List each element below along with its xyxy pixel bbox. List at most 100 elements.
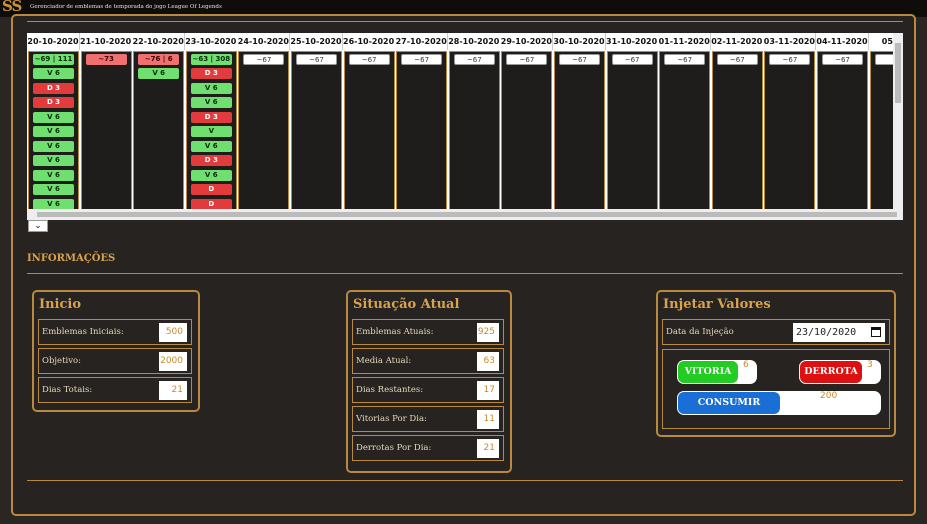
derrotas-por-dia-value: 21 bbox=[477, 439, 499, 458]
collapse-calendar-button[interactable]: ⌄ bbox=[28, 220, 48, 232]
objetivo-value[interactable]: 2000 bbox=[159, 352, 187, 371]
vitorias-por-dia-label: Vitorias Por Dia: bbox=[356, 414, 427, 424]
consumir-control[interactable]: CONSUMIR 200 bbox=[677, 391, 881, 415]
day-summary-chip: ~67 bbox=[611, 54, 653, 65]
calendar-day-body[interactable]: ~67 bbox=[291, 51, 342, 209]
defeat-chip[interactable]: D 3 bbox=[190, 155, 232, 166]
horizontal-scroll-thumb[interactable] bbox=[37, 212, 897, 217]
day-summary-chip: ~69 | 111 bbox=[33, 54, 74, 65]
calendar-day-body[interactable]: ~67 bbox=[554, 51, 605, 209]
calendar-icon[interactable] bbox=[871, 327, 881, 337]
calendar-columns: 20-10-2020 ~69 | 111 V 6 D 3 D 3 V 6 V 6 V 6 V 6… bbox=[27, 33, 893, 209]
day-summary-chip: ~63 | 308 bbox=[190, 54, 232, 65]
calendar-day-column: 29-10-2020 ~67 bbox=[500, 33, 554, 209]
inicio-title: Inicio bbox=[39, 297, 81, 312]
victory-chip[interactable]: V 6 bbox=[190, 97, 232, 108]
victory-chip[interactable]: V 6 bbox=[138, 68, 180, 79]
vitoria-control[interactable]: VITORIA 6 bbox=[677, 360, 757, 384]
defeat-chip[interactable]: D bbox=[190, 198, 232, 209]
victory-chip[interactable]: V 6 bbox=[33, 184, 74, 195]
calendar-day-body[interactable]: ~76 | 6 V 6 bbox=[133, 51, 185, 209]
calendar-day-column: 26-10-2020 ~67 bbox=[342, 33, 396, 209]
victory-chip[interactable]: V bbox=[190, 126, 232, 137]
victory-chip[interactable]: V 6 bbox=[33, 140, 74, 152]
vertical-scroll-thumb[interactable] bbox=[895, 43, 901, 103]
calendar-day-body[interactable]: ~73 bbox=[80, 51, 132, 209]
defeat-chip[interactable]: D 3 bbox=[33, 97, 74, 108]
derrota-button[interactable]: DERROTA bbox=[800, 361, 862, 383]
calendar-day-header: 21-10-2020 bbox=[79, 33, 133, 50]
calendar-horizontal-scrollbar[interactable] bbox=[27, 209, 903, 220]
injetar-title: Injetar Valores bbox=[663, 297, 771, 312]
calendar-day-column: 31-10-2020 ~67 bbox=[605, 33, 659, 209]
calendar-day-column: 22-10-2020 ~76 | 6 V 6 bbox=[132, 33, 186, 209]
victory-chip[interactable]: V 6 bbox=[33, 155, 74, 166]
calendar-day-column: 01-11-2020 ~67 bbox=[658, 33, 712, 209]
divider-bottom bbox=[27, 480, 903, 481]
defeat-chip[interactable]: D 3 bbox=[190, 68, 232, 79]
calendar-day-body[interactable]: ~67 bbox=[606, 51, 658, 209]
calendar-day-body[interactable]: ~67 bbox=[343, 51, 395, 209]
calendar-day-header: 24-10-2020 bbox=[237, 33, 291, 50]
app-logo: SS bbox=[2, 0, 22, 15]
calendar-day-body[interactable]: ~67 bbox=[396, 51, 448, 209]
calendar-day-column: 05-11 ~ bbox=[868, 33, 893, 209]
day-summary-chip: ~67 bbox=[822, 54, 863, 65]
calendar-day-header: 20-10-2020 bbox=[27, 33, 80, 50]
day-summary-chip: ~67 bbox=[348, 54, 390, 65]
emblemas-iniciais-value[interactable]: 500 bbox=[159, 323, 187, 342]
info-section-title: INFORMAÇÕES bbox=[27, 253, 116, 264]
victory-chip[interactable]: V 6 bbox=[190, 169, 232, 181]
victory-chip[interactable]: V 6 bbox=[33, 68, 74, 79]
calendar-day-body[interactable]: ~67 bbox=[238, 51, 290, 209]
victory-chip[interactable]: V 6 bbox=[33, 126, 74, 137]
calendar-day-body[interactable]: ~67 bbox=[817, 51, 868, 209]
calendar-day-body[interactable]: ~69 | 111 V 6 D 3 D 3 V 6 V 6 V 6 V 6 V 6 V 6 V 6 bbox=[28, 51, 79, 209]
calendar-day-body[interactable]: ~67 bbox=[501, 51, 553, 209]
victory-chip[interactable]: V 6 bbox=[190, 140, 232, 152]
chevron-down-icon: ⌄ bbox=[34, 221, 42, 231]
day-summary-chip: ~67 bbox=[664, 54, 706, 65]
derrota-control[interactable]: DERROTA 3 bbox=[799, 360, 881, 384]
calendar-grid: 20-10-2020 ~69 | 111 V 6 D 3 D 3 V 6 V 6 V 6 V 6… bbox=[27, 33, 903, 220]
calendar-day-body[interactable]: ~67 bbox=[448, 51, 500, 209]
calendar-day-header: 02-11-2020 bbox=[710, 33, 764, 50]
victory-chip[interactable]: V 6 bbox=[33, 111, 74, 123]
calendar-day-column: 20-10-2020 ~69 | 111 V 6 D 3 D 3 V 6 V 6 V 6 V 6… bbox=[27, 33, 80, 209]
vitoria-button[interactable]: VITORIA bbox=[678, 361, 738, 383]
calendar-day-header: 26-10-2020 bbox=[342, 33, 396, 50]
calendar-day-header: 22-10-2020 bbox=[132, 33, 186, 50]
calendar-vertical-scrollbar[interactable] bbox=[893, 33, 903, 209]
emblemas-iniciais-row: Emblemas Iniciais: 500 bbox=[38, 319, 192, 345]
victory-chip[interactable]: V 6 bbox=[33, 169, 74, 181]
calendar-day-body[interactable]: ~ bbox=[869, 51, 893, 209]
calendar-day-body[interactable]: ~67 bbox=[764, 51, 816, 209]
dias-restantes-value: 17 bbox=[477, 381, 499, 400]
divider-info bbox=[27, 273, 903, 274]
calendar-day-body[interactable]: ~67 bbox=[659, 51, 711, 209]
derrota-value[interactable]: 3 bbox=[867, 360, 873, 384]
calendar-day-body[interactable]: ~67 bbox=[711, 51, 763, 209]
consumir-value[interactable]: 200 bbox=[820, 391, 837, 415]
vitoria-value[interactable]: 6 bbox=[743, 360, 749, 384]
objetivo-row: Objetivo: 2000 bbox=[38, 348, 192, 374]
consumir-button[interactable]: CONSUMIR bbox=[678, 392, 780, 414]
victory-chip[interactable]: V 6 bbox=[190, 82, 232, 94]
derrotas-por-dia-label: Derrotas Por Dia: bbox=[356, 443, 432, 453]
dias-totais-value[interactable]: 21 bbox=[159, 381, 187, 400]
defeat-chip[interactable]: D 3 bbox=[33, 82, 74, 94]
defeat-chip[interactable]: D 3 bbox=[190, 111, 232, 123]
data-injecao-input[interactable]: 23/10/2020 bbox=[793, 323, 885, 342]
victory-chip[interactable]: V 6 bbox=[33, 198, 74, 209]
app-subtitle: Gerenciador de emblemas de temporada do … bbox=[30, 4, 222, 10]
emblemas-atuais-label: Emblemas Atuais: bbox=[356, 327, 434, 337]
emblemas-atuais-row: Emblemas Atuais: 925 bbox=[352, 319, 504, 345]
inicio-card: Inicio Emblemas Iniciais: 500 Objetivo: … bbox=[32, 290, 200, 412]
objetivo-label: Objetivo: bbox=[42, 356, 81, 366]
defeat-chip[interactable]: D bbox=[190, 184, 232, 195]
day-summary-chip: ~67 bbox=[506, 54, 548, 65]
calendar-day-column: 21-10-2020 ~73 bbox=[79, 33, 133, 209]
calendar-day-header: 05-11 bbox=[868, 33, 893, 50]
situacao-card: Situação Atual Emblemas Atuais: 925 Medi… bbox=[346, 290, 512, 473]
calendar-day-body[interactable]: ~63 | 308 D 3 V 6 V 6 D 3 V V 6 D 3 V 6 DD bbox=[185, 51, 237, 209]
